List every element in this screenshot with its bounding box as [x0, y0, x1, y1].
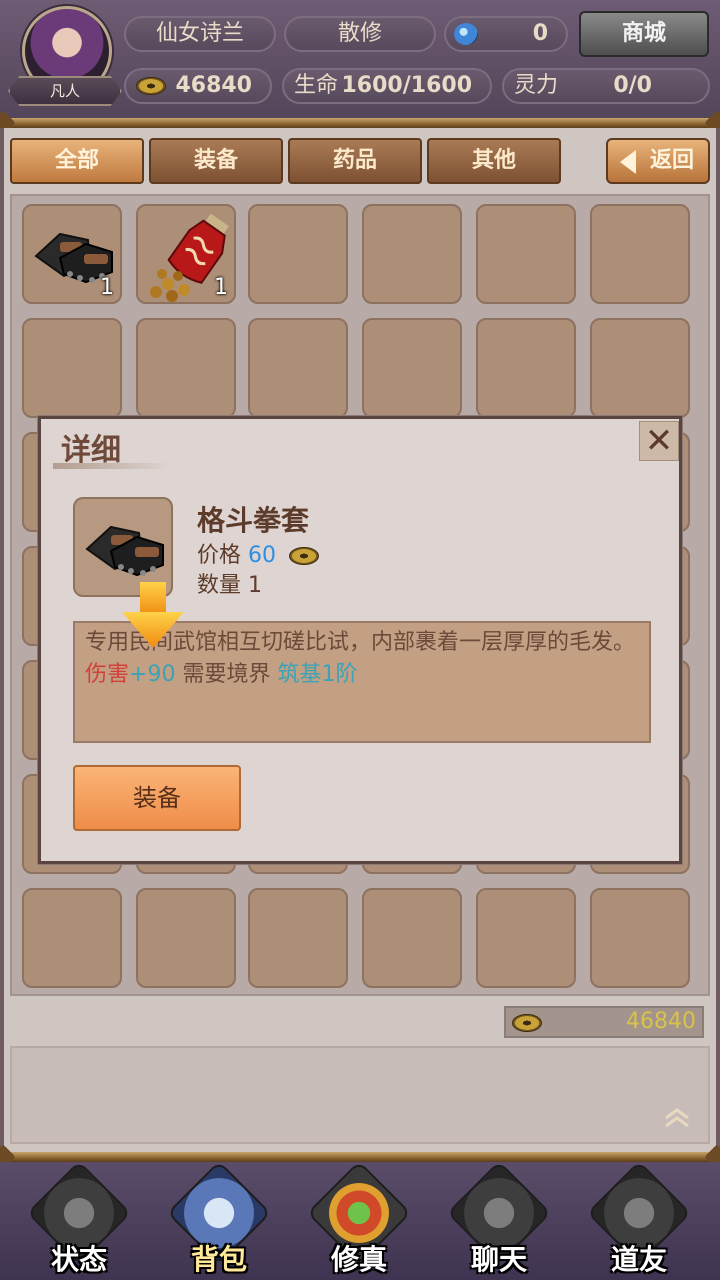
nav-cultivate[interactable]: 修真	[304, 1160, 414, 1276]
tab-equipment[interactable]: 装备	[149, 138, 283, 184]
hp-label: 生命	[294, 73, 339, 98]
coin-icon	[289, 547, 320, 565]
quantity-value: 1	[248, 573, 263, 598]
hp-value: 1600/1600	[341, 73, 473, 98]
gold-pill: 46840	[124, 68, 272, 104]
player-name: 仙女诗兰	[155, 21, 244, 46]
item-count: 1	[214, 275, 228, 300]
item-count: 1	[100, 275, 114, 300]
back-label: 返回	[649, 148, 694, 173]
nav-chat[interactable]: 聊天	[444, 1160, 554, 1276]
nav-friends[interactable]: 道友	[584, 1160, 694, 1276]
price-row: 价格 60	[197, 537, 320, 569]
close-button[interactable]: ✕	[639, 421, 679, 461]
inventory-slot[interactable]	[590, 318, 690, 418]
inventory-slot[interactable]	[362, 318, 462, 418]
gem-pill: 0	[444, 16, 568, 52]
nav-status[interactable]: 状态	[24, 1160, 134, 1276]
inventory-slot[interactable]	[476, 318, 576, 418]
gem-count: 0	[532, 21, 548, 46]
requirement-value: 筑基1阶	[277, 662, 358, 687]
spirit-value: 0/0	[613, 73, 652, 98]
coin-icon	[136, 77, 166, 95]
inventory-slot[interactable]: 1	[22, 204, 122, 304]
inventory-slot[interactable]	[476, 888, 576, 988]
item-stats: 伤害+90 需要境界 筑基1阶	[85, 659, 639, 691]
spirit-label: 灵力	[514, 73, 559, 98]
money-amount: 46840	[626, 1009, 696, 1034]
hp-pill: 生命 1600/1600	[282, 68, 492, 104]
glove-icon	[85, 525, 164, 577]
tab-all[interactable]: 全部	[10, 138, 144, 184]
top-header: 凡人 仙女诗兰 散修 0 商城 46840 生命 1600/1600 灵力 0/…	[0, 0, 720, 120]
coin-icon	[512, 1014, 542, 1032]
price-label: 价格	[197, 543, 242, 568]
inventory-slot[interactable]	[476, 204, 576, 304]
tutorial-arrow-down-icon	[122, 582, 184, 648]
bottom-divider	[0, 1152, 720, 1162]
back-button[interactable]: 返回	[606, 138, 710, 184]
top-divider	[0, 118, 720, 128]
dialog-title: 详细	[61, 433, 121, 468]
nav-chat-label: 聊天	[470, 1243, 527, 1276]
player-name-pill: 仙女诗兰	[124, 16, 276, 52]
inventory-slot[interactable]	[248, 204, 348, 304]
sect-name: 散修	[337, 21, 382, 46]
equip-button[interactable]: 装备	[73, 765, 241, 831]
shop-button[interactable]: 商城	[579, 11, 709, 57]
rank-badge: 凡人	[8, 76, 122, 106]
quantity-label: 数量	[197, 573, 242, 598]
quantity-row: 数量 1	[197, 567, 262, 599]
inventory-slot[interactable]	[22, 318, 122, 418]
inventory-slot[interactable]	[248, 318, 348, 418]
nav-cultivate-label: 修真	[330, 1243, 387, 1276]
inventory-slot[interactable]	[248, 888, 348, 988]
nav-bag-label: 背包	[190, 1243, 247, 1276]
damage-label: 伤害	[85, 662, 130, 687]
gold-amount: 46840	[175, 73, 252, 98]
gem-icon	[454, 23, 478, 45]
sect-pill: 散修	[284, 16, 436, 52]
tab-other[interactable]: 其他	[427, 138, 561, 184]
nav-status-label: 状态	[50, 1243, 107, 1276]
money-display: 46840	[504, 1006, 704, 1038]
inventory-slot[interactable]	[362, 204, 462, 304]
inventory-slot[interactable]: 1	[136, 204, 236, 304]
tab-medicine[interactable]: 药品	[288, 138, 422, 184]
inventory-slot[interactable]	[136, 888, 236, 988]
item-name: 格斗拳套	[197, 504, 310, 537]
spirit-pill: 灵力 0/0	[502, 68, 710, 104]
chat-area[interactable]	[10, 1046, 710, 1144]
nav-friends-label: 道友	[610, 1243, 667, 1276]
chevron-left-icon	[620, 150, 636, 174]
nav-bag[interactable]: 背包	[164, 1160, 274, 1276]
bottom-nav: 状态 背包 修真 聊天 道友	[0, 1160, 720, 1280]
inventory-slot[interactable]	[362, 888, 462, 988]
inventory-slot[interactable]	[136, 318, 236, 418]
inventory-slot[interactable]	[22, 888, 122, 988]
expand-up-icon[interactable]	[662, 1106, 692, 1128]
inventory-slot[interactable]	[590, 204, 690, 304]
damage-value: +90	[129, 662, 176, 687]
inventory-slot[interactable]	[590, 888, 690, 988]
price-value: 60	[248, 543, 277, 568]
requirement-label: 需要境界	[182, 662, 271, 687]
